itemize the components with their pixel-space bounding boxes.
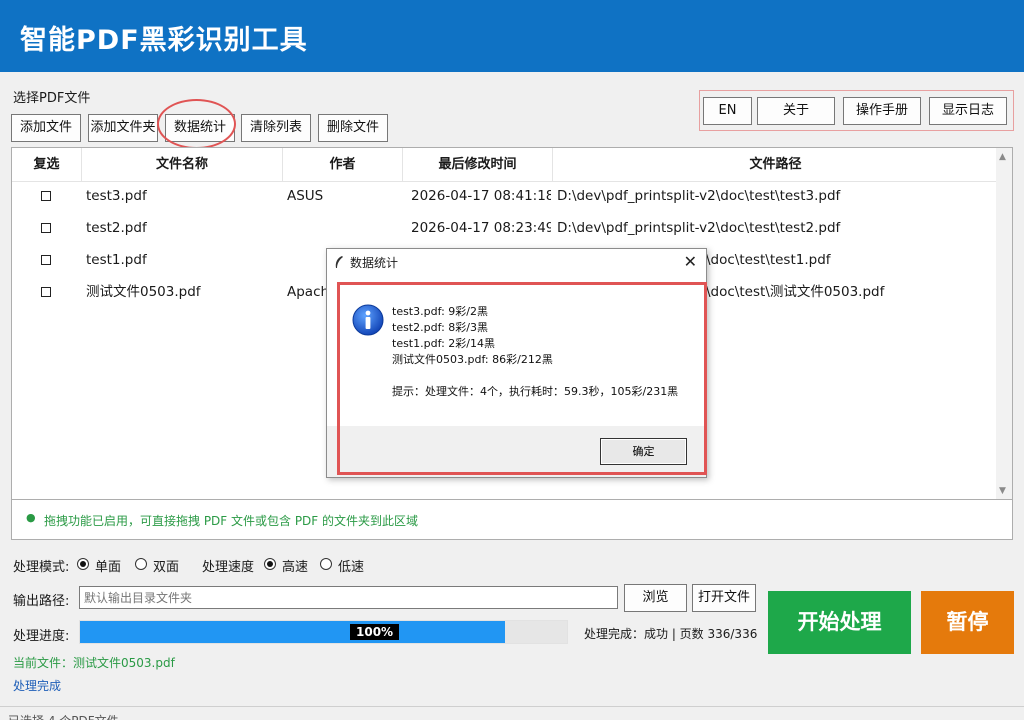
drop-hint: 拖拽功能已启用，可直接拖拽 PDF 文件或包含 PDF 的文件夹到此区域 (44, 514, 419, 528)
add-folder-button[interactable]: 添加文件夹 (88, 114, 158, 142)
ok-button[interactable]: 确定 (600, 438, 687, 465)
table-row[interactable]: test2.pdf 2026-04-17 08:23:49 D:\dev\pdf… (12, 212, 998, 244)
dialog-line: test3.pdf: 9彩/2黑 (392, 305, 488, 318)
mode-single-label[interactable]: 单面 (95, 556, 121, 575)
show-log-button[interactable]: 显示日志 (929, 97, 1007, 125)
dialog-summary: 提示：处理文件：4个，执行耗时：59.3秒，105彩/231黑 (392, 385, 679, 398)
progress-status: 处理完成：成功 | 页数 336/336 (584, 627, 758, 641)
row-author: ASUS (287, 188, 324, 204)
data-stats-button[interactable]: 数据统计 (165, 114, 235, 142)
table-row[interactable]: test3.pdf ASUS 2026-04-17 08:41:18 D:\de… (12, 180, 998, 212)
dialog-title: 数据统计 (350, 256, 399, 270)
app-header: 智能PDF黑彩识别工具 (0, 0, 1024, 72)
language-button[interactable]: EN (703, 97, 752, 125)
mode-single-radio[interactable] (77, 558, 89, 570)
row-path: \doc\test\测试文件0503.pdf (706, 284, 885, 300)
open-folder-button[interactable]: 打开文件 (692, 584, 756, 612)
column-header-modified[interactable]: 最后修改时间 (403, 148, 553, 182)
row-path: \doc\test\test1.pdf (706, 252, 831, 268)
stats-dialog[interactable]: 数据统计 ✕ test3.pdf: 9彩/2黑 test2.pdf: 8彩/3黑… (326, 248, 707, 478)
speed-low-label[interactable]: 低速 (338, 556, 364, 575)
row-author: Apach (287, 284, 327, 300)
row-modified: 2026-04-17 08:23:49 (411, 220, 551, 236)
dialog-line: test2.pdf: 8彩/3黑 (392, 321, 488, 334)
status-text: 处理完成 (13, 679, 62, 693)
speed-high-radio[interactable] (264, 558, 276, 570)
speed-label: 处理速度 (202, 560, 255, 575)
scroll-down-icon[interactable]: ▼ (999, 486, 1006, 496)
scroll-up-icon[interactable]: ▲ (999, 152, 1006, 162)
column-header-author[interactable]: 作者 (283, 148, 403, 182)
progress-percent: 100% (350, 624, 400, 640)
row-path: D:\dev\pdf_printsplit-v2\doc\test\test2.… (557, 220, 841, 236)
feather-icon (335, 256, 343, 268)
row-modified: 2026-04-17 08:41:18 (411, 188, 551, 204)
status-bar-text: 已选择 4 个PDF文件 (8, 712, 119, 720)
file-section-label: 选择PDF文件 (13, 91, 91, 106)
row-path: D:\dev\pdf_printsplit-v2\doc\test\test3.… (557, 188, 841, 204)
row-filename: test1.pdf (86, 252, 147, 268)
clear-list-button[interactable]: 清除列表 (241, 114, 311, 142)
progress-fill (80, 621, 505, 643)
dialog-line: 测试文件0503.pdf: 86彩/212黑 (392, 353, 553, 366)
dialog-line: test1.pdf: 2彩/14黑 (392, 337, 495, 350)
speed-low-radio[interactable] (320, 558, 332, 570)
progress-bar: 100% (79, 620, 568, 644)
row-filename: test2.pdf (86, 220, 147, 236)
manual-button[interactable]: 操作手册 (843, 97, 921, 125)
row-filename: test3.pdf (86, 188, 147, 204)
close-icon[interactable]: ✕ (684, 252, 697, 271)
app-title: 智能PDF黑彩识别工具 (20, 25, 308, 56)
row-checkbox[interactable] (41, 223, 51, 233)
row-author (287, 212, 401, 244)
delete-file-button[interactable]: 删除文件 (318, 114, 388, 142)
status-bar: 已选择 4 个PDF文件 (0, 706, 1024, 720)
dialog-titlebar[interactable]: 数据统计 ✕ (327, 249, 706, 276)
output-path-input[interactable] (79, 586, 618, 609)
pause-button[interactable]: 暂停 (921, 591, 1014, 654)
column-header-select[interactable]: 复选 (12, 148, 82, 182)
row-checkbox[interactable] (41, 255, 51, 265)
column-header-filename[interactable]: 文件名称 (82, 148, 283, 182)
start-processing-button[interactable]: 开始处理 (768, 591, 911, 654)
browse-button[interactable]: 浏览 (624, 584, 687, 612)
speed-high-label[interactable]: 高速 (282, 556, 308, 575)
row-checkbox[interactable] (41, 287, 51, 297)
drop-zone[interactable]: ● 拖拽功能已启用，可直接拖拽 PDF 文件或包含 PDF 的文件夹到此区域 (11, 500, 1013, 540)
bullet-icon: ● (26, 511, 36, 524)
mode-double-label[interactable]: 双面 (153, 556, 179, 575)
add-file-button[interactable]: 添加文件 (11, 114, 81, 142)
table-header: 复选 文件名称 作者 最后修改时间 文件路径 (12, 148, 998, 182)
mode-label: 处理模式: (13, 560, 70, 575)
column-header-path[interactable]: 文件路径 (553, 148, 998, 182)
current-file: 当前文件：测试文件0503.pdf (13, 656, 175, 670)
mode-double-radio[interactable] (135, 558, 147, 570)
table-scrollbar[interactable]: ▲ ▼ (996, 148, 1012, 499)
row-checkbox[interactable] (41, 191, 51, 201)
info-icon (352, 304, 384, 336)
about-button[interactable]: 关于 (757, 97, 835, 125)
output-path-label: 输出路径: (13, 594, 70, 609)
row-filename: 测试文件0503.pdf (86, 284, 201, 300)
progress-label: 处理进度: (13, 629, 70, 644)
